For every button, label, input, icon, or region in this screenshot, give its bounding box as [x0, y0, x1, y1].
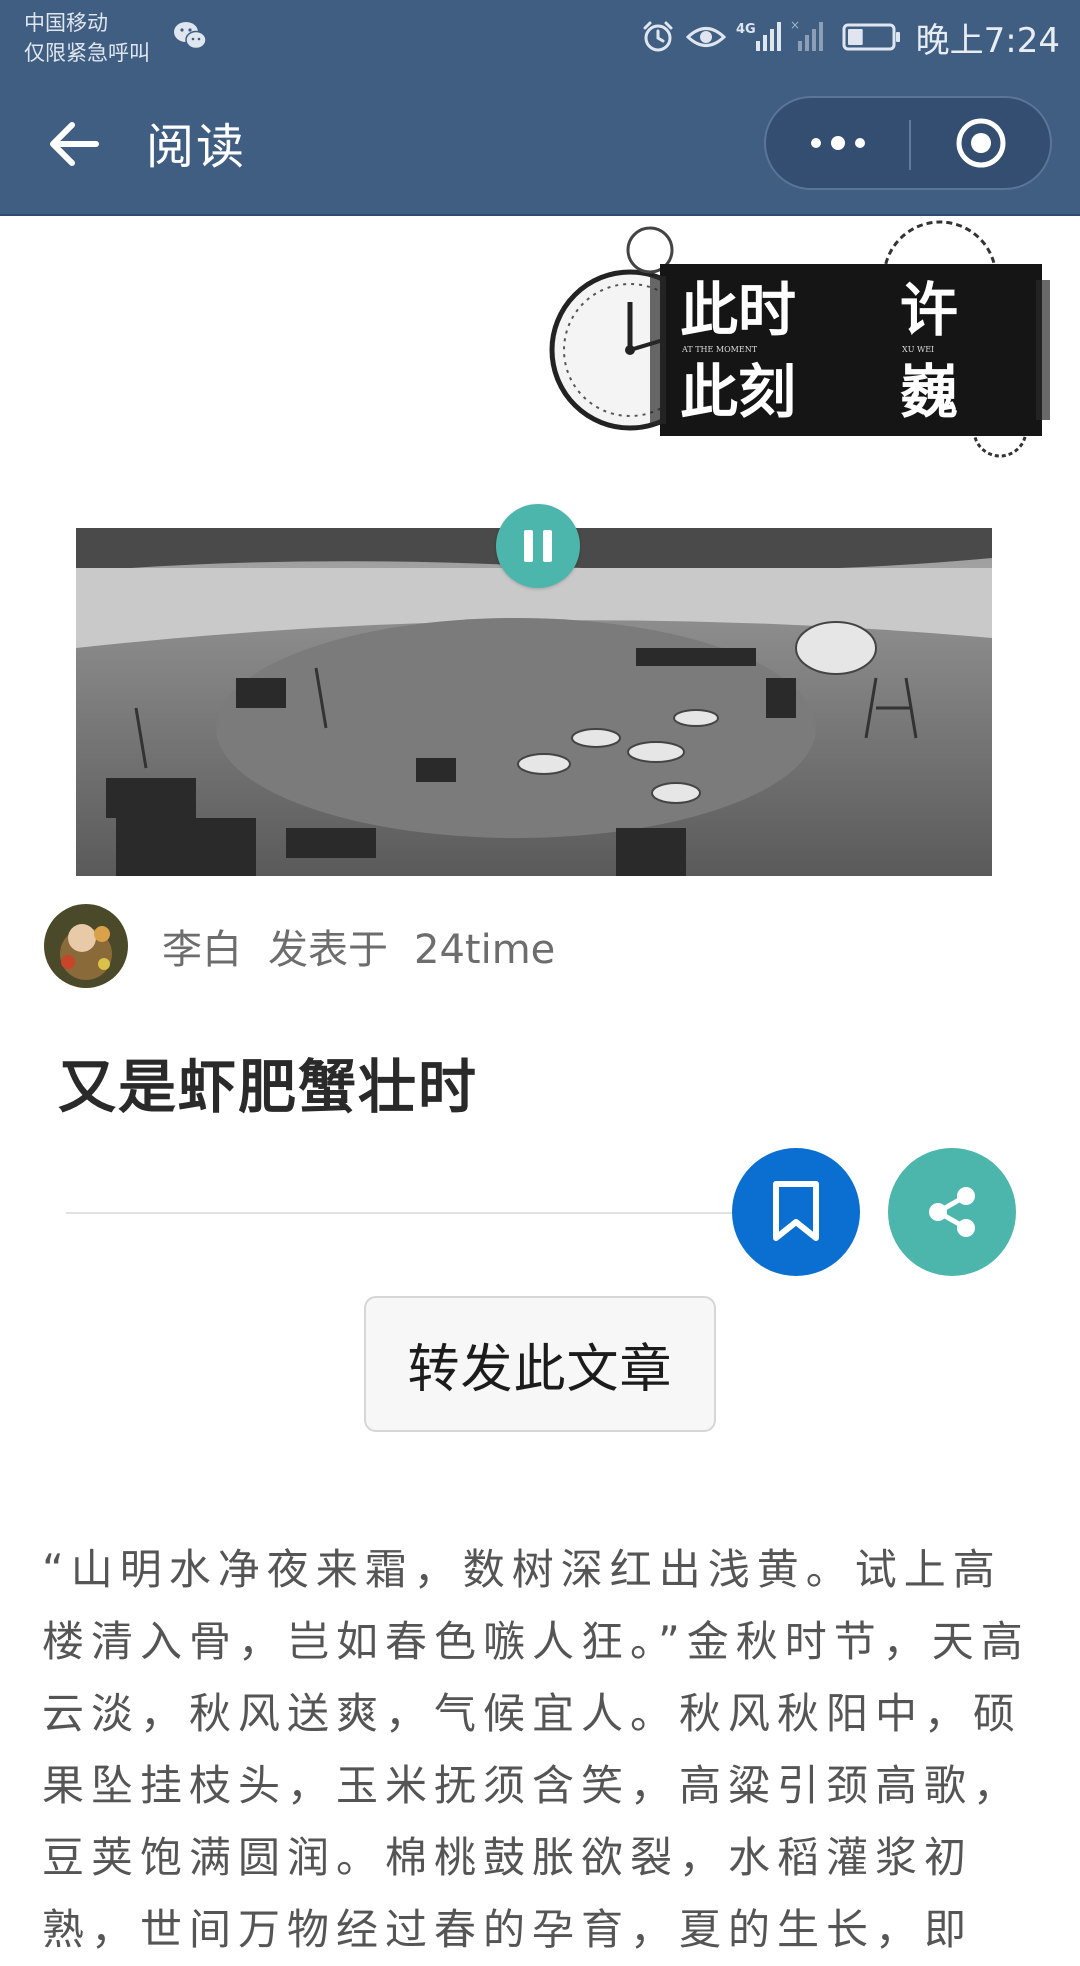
author-row: 李白 发表于 24time [44, 904, 581, 988]
share-button[interactable] [888, 1148, 1016, 1276]
share-icon [929, 1187, 975, 1237]
arrow-left-icon [50, 122, 99, 166]
stamp-subtitle-2: XU WEI [902, 345, 934, 354]
author-name[interactable]: 李白 [162, 927, 242, 973]
page-title: 阅读 [146, 119, 247, 175]
source-name: 24time [414, 927, 556, 973]
nav-bar: 阅读 [0, 76, 1080, 216]
stamp-line-3: 许 [900, 276, 958, 344]
svg-text:×: × [790, 18, 800, 32]
carrier-name: 中国移动 [24, 11, 108, 35]
forward-article-button[interactable]: 转发此文章 [364, 1296, 716, 1432]
stamp-line-4: 巍 [900, 358, 958, 426]
music-pause-button[interactable] [496, 504, 580, 588]
article-body: “山明水净夜来霜，数树深红出浅黄。试上高楼清入骨，岂如春色嗾人狂。”金秋时节，天… [42, 1545, 1030, 1954]
target-circle-icon [956, 118, 1005, 168]
posted-label: 发表于 [268, 927, 388, 973]
avatar[interactable] [44, 904, 128, 988]
stamp-line-2: 此刻 [680, 358, 796, 426]
stamp-subtitle-1: AT THE MOMENT [681, 345, 758, 354]
more-dots-icon [810, 136, 865, 150]
article-title: 又是虾肥蟹壮时 [58, 1053, 479, 1121]
network-label: 4G [736, 22, 756, 37]
status-bar: 中国移动 仅限紧急呼叫 4G × 晚上7:24 [0, 0, 1080, 76]
status-time: 晚上7:24 [915, 20, 1060, 61]
title-divider [66, 1212, 766, 1214]
avatar-image [44, 904, 128, 988]
close-mini-program-button[interactable] [911, 98, 1050, 188]
stamp-line-1: 此时 [680, 276, 796, 344]
author-meta: 李白 发表于 24time [162, 917, 581, 975]
more-button[interactable] [766, 98, 909, 188]
wechat-icon [174, 22, 207, 50]
signal-icon: 4G × [736, 18, 823, 51]
pause-icon [519, 530, 557, 562]
album-stamp-image: 此时 此刻 许 巍 AT THE MOMENT XU WEI [549, 220, 1050, 458]
mini-program-capsule [764, 96, 1052, 190]
carrier-info: 中国移动 仅限紧急呼叫 [24, 8, 150, 68]
alarm-icon [643, 21, 673, 52]
bookmark-icon [773, 1181, 819, 1241]
status-icons: 4G × 晚上7:24 [640, 14, 1060, 61]
battery-icon [842, 23, 900, 51]
back-button[interactable] [42, 112, 106, 176]
eye-icon [685, 27, 726, 47]
carrier-status: 仅限紧急呼叫 [24, 41, 150, 65]
bookmark-button[interactable] [732, 1148, 860, 1276]
